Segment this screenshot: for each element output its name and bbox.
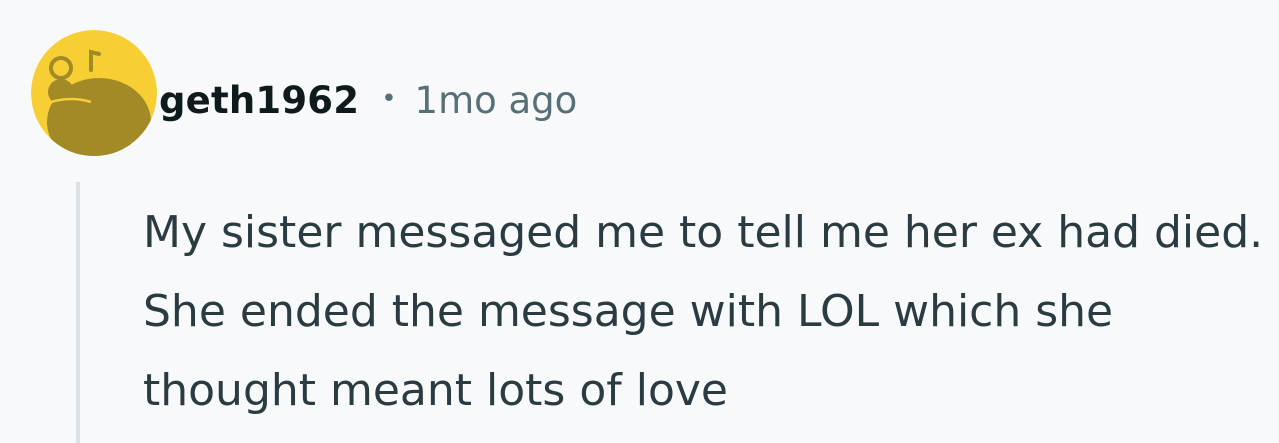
comment-timestamp[interactable]: 1mo ago xyxy=(415,79,578,122)
comment-body: My sister messaged me to tell me her ex … xyxy=(143,207,1264,416)
separator-dot: • xyxy=(381,84,397,114)
reddit-snoo-avatar-icon xyxy=(31,30,157,156)
comment-header: geth1962 • 1mo ago xyxy=(159,70,577,130)
username-link[interactable]: geth1962 xyxy=(159,79,359,122)
comment: geth1962 • 1mo ago My sister messaged me… xyxy=(0,0,1279,443)
user-avatar[interactable] xyxy=(31,30,157,156)
thread-line[interactable] xyxy=(76,182,80,443)
